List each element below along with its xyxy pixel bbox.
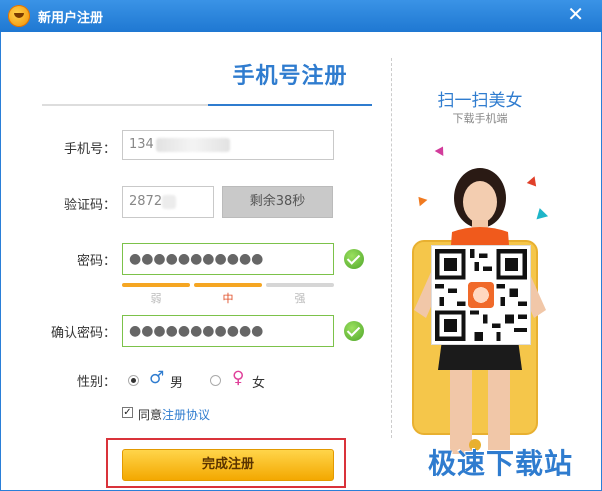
gender-label: 性别： (76, 375, 116, 390)
agree-checkbox[interactable]: ✓ (122, 407, 133, 418)
code-input[interactable]: 2872 (122, 186, 214, 218)
strength-label-weak: 弱 (150, 292, 162, 305)
password-valid-icon (344, 249, 364, 269)
agree-text: 同意注册协议 (138, 406, 210, 423)
watermark: 极速下载站 (428, 447, 574, 480)
window-title: 新用户注册 (38, 11, 104, 26)
redaction-blur (155, 137, 230, 152)
gender-male-radio[interactable] (128, 375, 139, 386)
strength-label-medium: 中 (222, 292, 234, 305)
terms-link[interactable]: 注册协议 (162, 408, 210, 422)
code-value: 2872 (129, 194, 163, 209)
confirm-label: 确认密码： (50, 326, 116, 341)
gender-female-radio[interactable] (210, 375, 221, 386)
tab-underline-active (208, 104, 372, 106)
app-logo-icon (8, 5, 30, 27)
strength-bar-strong (266, 283, 334, 287)
highlight-box (106, 438, 346, 488)
strength-label-strong: 强 (294, 292, 306, 305)
phone-input[interactable]: 134 (122, 130, 334, 160)
promo-title: 扫一扫美女 (437, 91, 523, 111)
close-icon[interactable]: ✕ (567, 3, 584, 25)
code-label: 验证码： (63, 198, 116, 213)
agree-prefix: 同意 (138, 408, 163, 422)
password-label: 密码： (76, 254, 116, 269)
phone-value: 134 (129, 137, 154, 152)
strength-bar-medium (194, 283, 262, 287)
strength-bar-weak (122, 283, 190, 287)
password-mask: ●●●●●●●●●●● (129, 251, 264, 267)
form-heading: 手机号注册 (232, 64, 348, 89)
confirm-password-input[interactable]: ●●●●●●●●●●● (122, 315, 334, 347)
phone-label: 手机号： (63, 142, 116, 157)
confirm-valid-icon (344, 321, 364, 341)
tab-underline-inactive (42, 104, 208, 106)
gender-male-label[interactable]: 男 (170, 372, 183, 391)
resend-timer-button[interactable]: 剩余38秒 (222, 186, 333, 218)
male-icon: ♂ (149, 368, 165, 388)
title-bar: 新用户注册 ✕ (0, 0, 602, 32)
confirm-mask: ●●●●●●●●●●● (129, 323, 264, 339)
password-input[interactable]: ●●●●●●●●●●● (122, 243, 334, 275)
female-icon: ♀ (232, 368, 245, 388)
gender-female-label[interactable]: 女 (252, 372, 265, 391)
promo-subtitle: 下载手机端 (452, 112, 508, 125)
redaction-blur (162, 194, 177, 209)
qr-code-icon (432, 246, 530, 344)
